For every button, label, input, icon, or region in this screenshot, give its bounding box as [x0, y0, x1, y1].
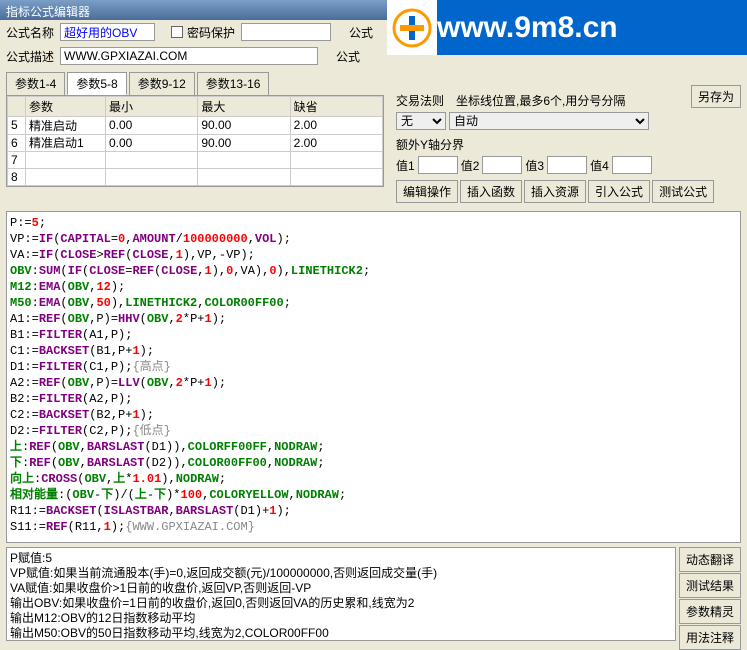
saveas-button[interactable]: 另存为	[691, 85, 741, 108]
param-cell[interactable]	[109, 136, 194, 150]
table-row: 5	[8, 117, 383, 135]
param-cell[interactable]	[29, 170, 102, 184]
param-tabs: 参数1-4 参数5-8 参数9-12 参数13-16	[6, 72, 390, 95]
test-formula-button[interactable]: 测试公式	[652, 180, 714, 203]
param-cell[interactable]	[29, 153, 102, 167]
v1-input[interactable]	[418, 156, 458, 174]
param-cell[interactable]	[294, 153, 379, 167]
param-cell[interactable]	[294, 136, 379, 150]
pwd-input[interactable]	[241, 23, 331, 41]
param-th-min: 最小	[106, 97, 198, 117]
v3-input[interactable]	[547, 156, 587, 174]
param-cell[interactable]	[294, 170, 379, 184]
param-cell[interactable]	[294, 118, 379, 132]
formula-label-1: 公式	[349, 24, 373, 41]
watermark-text: www.9m8.cn	[437, 11, 618, 45]
extra-y-label: 额外Y轴分界	[396, 136, 464, 153]
v4-label: 值4	[590, 157, 609, 174]
name-input[interactable]	[60, 23, 155, 41]
formula-label-2: 公式	[336, 48, 360, 65]
pwd-label: 密码保护	[187, 24, 235, 41]
param-cell[interactable]	[201, 170, 286, 184]
table-row: 8	[8, 169, 383, 186]
trade-rule-select-1[interactable]: 无	[396, 112, 446, 130]
watermark: www.9m8.cn	[387, 0, 747, 55]
insert-func-button[interactable]: 插入函数	[460, 180, 522, 203]
tab-params-13-16[interactable]: 参数13-16	[197, 72, 270, 95]
tab-params-5-8[interactable]: 参数5-8	[67, 72, 126, 95]
trade-rule-label: 交易法则	[396, 92, 444, 109]
param-th-def: 缺省	[290, 97, 382, 117]
coord-hint: 坐标线位置,最多6个,用分号分隔	[456, 92, 625, 109]
table-row: 6	[8, 134, 383, 152]
tab-params-1-4[interactable]: 参数1-4	[6, 72, 65, 95]
trade-rule-select-2[interactable]: 自动	[449, 112, 649, 130]
param-wizard-button[interactable]: 参数精灵	[679, 599, 741, 624]
param-cell[interactable]	[109, 153, 194, 167]
param-cell[interactable]	[29, 118, 102, 132]
usage-note-button[interactable]: 用法注释	[679, 625, 741, 650]
v2-label: 值2	[461, 157, 480, 174]
param-cell[interactable]	[201, 136, 286, 150]
table-row: 7	[8, 152, 383, 169]
description-panel[interactable]: P赋值:5VP赋值:如果当前流通股本(手)=0,返回成交额(元)/1000000…	[6, 547, 676, 641]
v2-input[interactable]	[482, 156, 522, 174]
v1-label: 值1	[396, 157, 415, 174]
param-th-max: 最大	[198, 97, 290, 117]
edit-op-button[interactable]: 编辑操作	[396, 180, 458, 203]
param-th-idx	[8, 97, 26, 117]
param-cell[interactable]	[201, 153, 286, 167]
insert-res-button[interactable]: 插入资源	[524, 180, 586, 203]
param-table: 参数 最小 最大 缺省 5 6 7 8	[6, 95, 384, 187]
code-editor[interactable]: P:=5; VP:=IF(CAPITAL=0,AMOUNT/100000000,…	[6, 211, 741, 543]
dynamic-translate-button[interactable]: 动态翻译	[679, 547, 741, 572]
param-cell[interactable]	[201, 118, 286, 132]
param-cell[interactable]	[109, 170, 194, 184]
pwd-checkbox[interactable]	[171, 26, 183, 38]
param-cell[interactable]	[29, 136, 102, 150]
trade-rule-group: 交易法则 坐标线位置,最多6个,用分号分隔 无 自动	[396, 92, 741, 130]
desc-label: 公式描述	[6, 48, 54, 65]
side-buttons: 动态翻译 测试结果 参数精灵 用法注释	[679, 547, 741, 650]
v3-label: 值3	[525, 157, 544, 174]
watermark-logo-icon	[387, 0, 437, 55]
desc-input[interactable]	[60, 47, 318, 65]
window-title: 指标公式编辑器	[6, 5, 90, 19]
v4-input[interactable]	[612, 156, 652, 174]
action-buttons: 编辑操作 插入函数 插入资源 引入公式 测试公式	[396, 180, 741, 203]
import-formula-button[interactable]: 引入公式	[588, 180, 650, 203]
tab-params-9-12[interactable]: 参数9-12	[129, 72, 195, 95]
name-label: 公式名称	[6, 24, 54, 41]
extra-y-group: 额外Y轴分界 值1 值2 值3 值4	[396, 136, 741, 174]
test-result-button[interactable]: 测试结果	[679, 573, 741, 598]
param-cell[interactable]	[109, 118, 194, 132]
param-th-name: 参数	[26, 97, 106, 117]
